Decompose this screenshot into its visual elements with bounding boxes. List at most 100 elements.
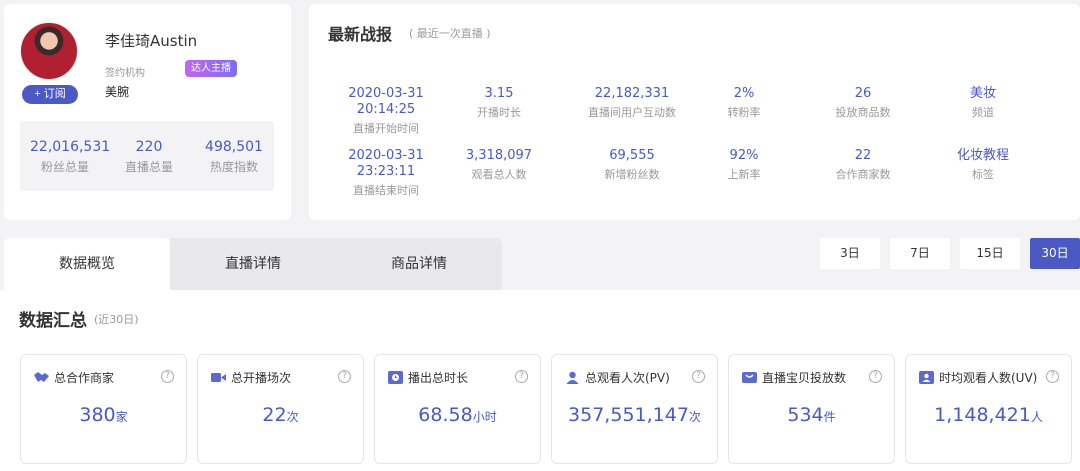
stat-label: 粉丝总量: [40, 160, 89, 174]
help-icon[interactable]: ?: [161, 370, 174, 383]
report-value: 3,318,097: [465, 148, 533, 163]
metric-unit: 家: [115, 410, 128, 424]
metric-number: 380: [79, 404, 116, 426]
report-cell: 3,318,097 观看总人数: [454, 148, 544, 182]
report-cell: 92% 上新率: [704, 148, 784, 182]
org-value: 美腕: [105, 85, 130, 99]
report-value: 22,182,331: [594, 86, 670, 101]
stat-heat: 498,501 热度指数: [199, 139, 269, 175]
report-label: 转粉率: [727, 106, 761, 119]
report-cell: 69,555 新增粉丝数: [567, 148, 697, 182]
range-3-days[interactable]: 3日: [820, 238, 880, 269]
report-label: 直播开始时间: [353, 122, 419, 135]
profile-stats: 22,016,531 粉丝总量 220 直播总量 498,501 热度指数: [20, 121, 274, 191]
metric-card-sessions: 总开播场次 ? 22次: [197, 354, 364, 464]
data-summary-section: 数据汇总 (近30日) 总合作商家 ? 380家 总开播场次 ? 22次 播出总…: [0, 290, 1080, 471]
metric-number: 357,551,147: [568, 404, 689, 426]
summary-title: 数据汇总: [19, 311, 87, 331]
report-cell: 2020-03-31 20:14:25 直播开始时间: [331, 86, 441, 136]
metric-unit: 次: [286, 410, 299, 424]
profile-card: + 订阅 李佳琦Austin 签约机构 达人主播 美腕 22,016,531 粉…: [4, 4, 291, 220]
metric-number: 534: [787, 404, 824, 426]
report-label: 合作商家数: [835, 168, 891, 181]
metric-number: 1,148,421: [934, 404, 1031, 426]
stat-label: 直播总量: [124, 160, 173, 174]
stat-value: 498,501: [205, 139, 263, 155]
help-icon[interactable]: ?: [869, 370, 882, 383]
metric-number: 22: [262, 404, 287, 426]
clock-icon: [388, 371, 403, 384]
streamer-badge: 达人主播: [185, 60, 237, 77]
user-card-icon: [919, 371, 934, 384]
report-value: 92%: [729, 148, 759, 163]
report-cell: 化妆教程 标签: [943, 148, 1023, 182]
org-label: 签约机构: [105, 68, 145, 79]
report-value: 2020-03-31 20:14:25: [348, 86, 424, 117]
avatar[interactable]: [20, 22, 78, 80]
report-label: 直播结束时间: [353, 184, 419, 197]
summary-subtitle: (近30日): [94, 313, 139, 326]
tab-product-details[interactable]: 商品详情: [336, 238, 502, 290]
report-label: 观看总人数: [471, 168, 527, 181]
metric-value: 357,551,147次: [552, 404, 717, 426]
metric-card-duration: 播出总时长 ? 68.58小时: [374, 354, 541, 464]
report-label: 频道: [972, 106, 994, 119]
metric-value: 534件: [729, 404, 894, 426]
report-cell: 3.15 开播时长: [454, 86, 544, 120]
report-value: 2%: [733, 86, 755, 101]
metric-label: 时均观看人数(UV): [939, 371, 1038, 385]
help-icon[interactable]: ?: [1046, 370, 1059, 383]
metric-card-pv: 总观看人次(PV) ? 357,551,147次: [551, 354, 718, 464]
report-value: 化妆教程: [956, 148, 1009, 163]
stat-fans: 22,016,531 粉丝总量: [30, 139, 111, 175]
report-cell: 美妆 频道: [943, 86, 1023, 120]
metric-card-merchants: 总合作商家 ? 380家: [20, 354, 187, 464]
metric-label: 总开播场次: [231, 371, 292, 385]
range-7-days[interactable]: 7日: [890, 238, 950, 269]
metric-label: 总观看人次(PV): [585, 371, 670, 385]
subscribe-button[interactable]: + 订阅: [22, 85, 78, 104]
handshake-icon: [34, 372, 49, 382]
report-value: 69,555: [609, 148, 655, 163]
report-value: 26: [854, 86, 872, 101]
latest-report-card: 最新战报 ( 最近一次直播 ) 2020-03-31 20:14:25 直播开始…: [309, 4, 1080, 220]
report-label: 新增粉丝数: [604, 168, 660, 181]
range-15-days[interactable]: 15日: [960, 238, 1020, 269]
report-label: 标签: [972, 168, 994, 181]
report-cell: 22,182,331 直播间用户互动数: [567, 86, 697, 120]
report-value: 22: [854, 148, 872, 163]
metric-value: 68.58小时: [375, 404, 540, 426]
report-label: 投放商品数: [835, 106, 891, 119]
metric-label: 总合作商家: [54, 371, 115, 385]
range-30-days[interactable]: 30日: [1030, 238, 1080, 269]
metric-value: 1,148,421人: [906, 404, 1071, 426]
basket-icon: [742, 372, 757, 383]
report-title: 最新战报: [328, 25, 393, 44]
stat-value: 22,016,531: [30, 139, 111, 155]
section-tabs: 数据概览 直播详情 商品详情: [4, 238, 502, 290]
report-label: 开播时长: [477, 106, 521, 119]
report-label: 直播间用户互动数: [588, 106, 676, 119]
metric-label: 直播宝贝投放数: [762, 371, 847, 385]
metric-unit: 次: [688, 410, 701, 424]
help-icon[interactable]: ?: [338, 370, 351, 383]
metric-unit: 人: [1030, 410, 1043, 424]
stat-lives: 220 直播总量: [114, 139, 184, 175]
stat-label: 热度指数: [209, 160, 258, 174]
tab-live-details[interactable]: 直播详情: [170, 238, 336, 290]
metric-value: 380家: [21, 404, 186, 426]
metric-unit: 小时: [472, 410, 497, 424]
metric-card-products: 直播宝贝投放数 ? 534件: [728, 354, 895, 464]
report-cell: 26 投放商品数: [818, 86, 908, 120]
help-icon[interactable]: ?: [515, 370, 528, 383]
help-icon[interactable]: ?: [692, 370, 705, 383]
metric-unit: 件: [823, 410, 836, 424]
report-label: 上新率: [727, 168, 761, 181]
report-cell: 22 合作商家数: [818, 148, 908, 182]
video-icon: [211, 373, 226, 382]
metric-card-uv: 时均观看人数(UV) ? 1,148,421人: [905, 354, 1072, 464]
report-subtitle: ( 最近一次直播 ): [409, 27, 491, 40]
report-cell: 2020-03-31 23:23:11 直播结束时间: [331, 148, 441, 198]
tab-overview[interactable]: 数据概览: [4, 238, 170, 290]
report-value: 3.15: [484, 86, 514, 101]
